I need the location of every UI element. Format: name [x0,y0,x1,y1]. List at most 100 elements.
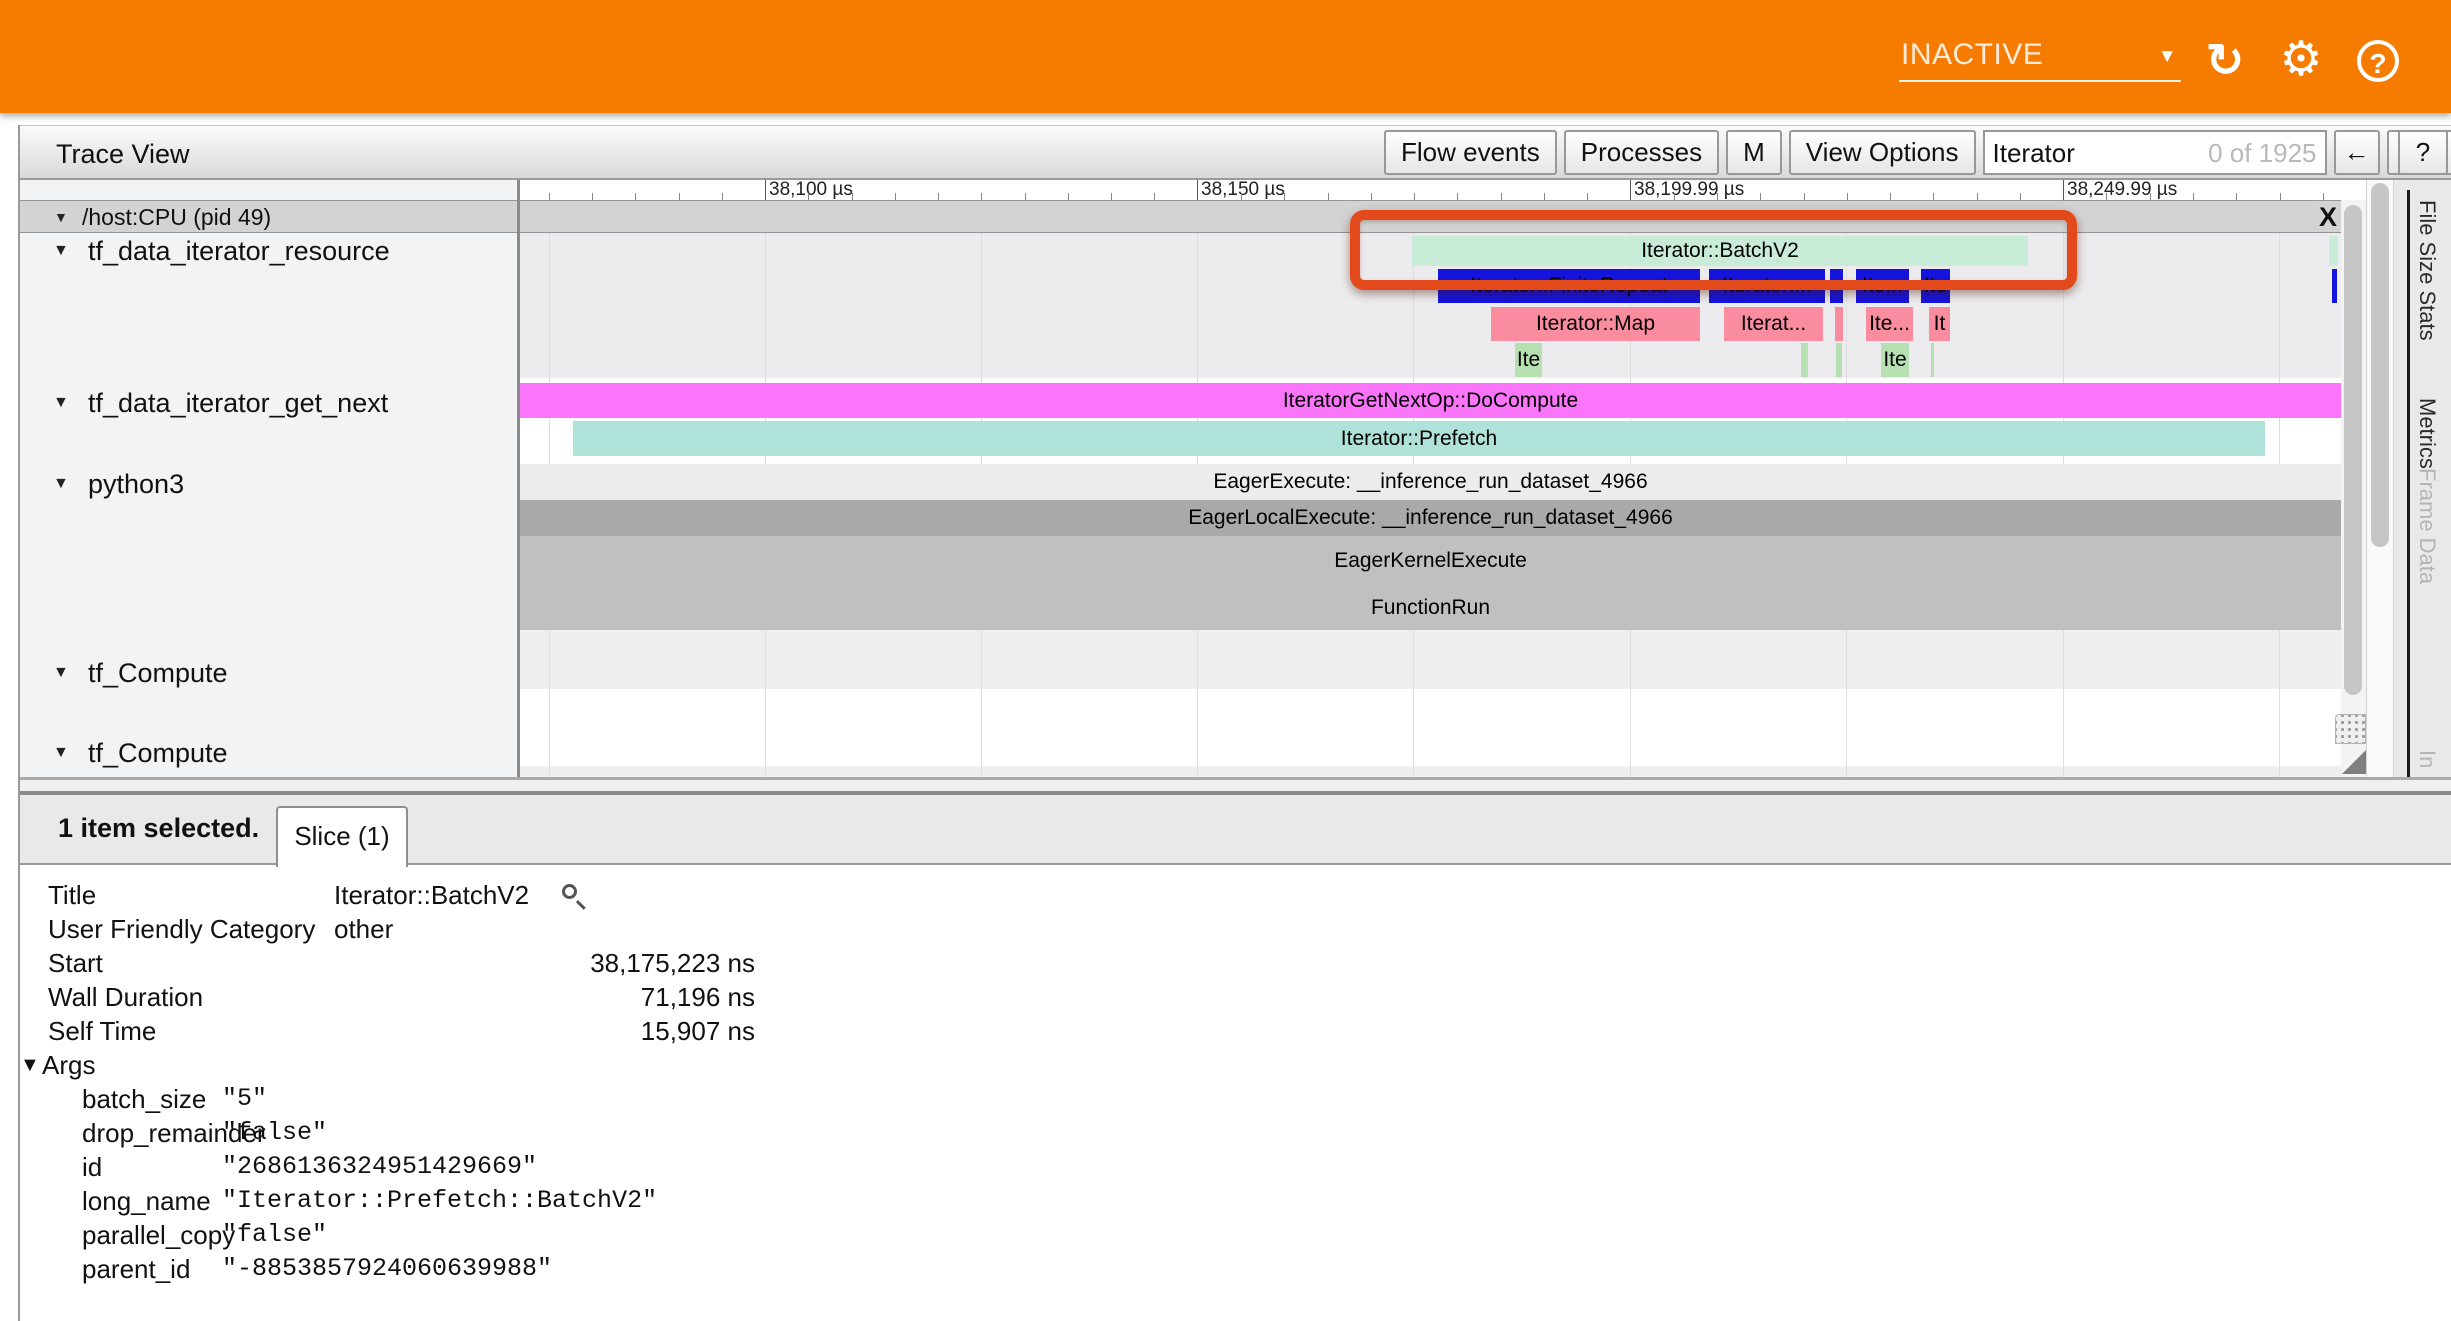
trace-event-iteratorgetnextop-docompute[interactable]: IteratorGetNextOp::DoCompute [520,383,2341,418]
gear-icon[interactable]: ⚙ [2276,36,2326,86]
arg-row-batch-size: batch_size"5" [20,1082,820,1116]
toolbar-button-m[interactable]: M [1726,130,1782,175]
detail-row-start: Start38,175,223 ns [20,946,820,980]
search-input[interactable]: Iterator 0 of 1925 [1983,130,2327,175]
args-section-header[interactable]: ▼Args [20,1048,820,1082]
ruler-minor-tick [549,193,550,200]
ruler-minor-tick [1717,193,1718,200]
panel-divider[interactable] [517,180,520,777]
sidebar-tab-file-size-stats[interactable]: File Size Stats [2414,200,2440,341]
trace-event-slice[interactable] [1801,343,1808,377]
trace-event-ite[interactable]: Ite [1881,343,1909,377]
arg-key: parallel_copy [82,1218,235,1252]
trace-event-functionrun[interactable]: FunctionRun [520,586,2341,630]
ruler-tick-label: 38,100 µs [769,180,853,200]
trace-event-slice[interactable] [2332,269,2337,303]
ruler-minor-tick [2020,193,2021,200]
sidebar-track-tf-data-iterator-resource[interactable]: ▼ tf_data_iterator_resource [20,233,520,269]
toolbar-button-group: Flow eventsProcessesMView Options Iterat… [1384,130,2451,175]
ruler-tick-label: 38,199.99 µs [1634,180,1744,200]
detail-row-self-time: Self Time15,907 ns [20,1014,820,1048]
ruler-minor-tick [592,193,593,200]
arg-key: parent_id [82,1252,190,1286]
collapse-triangle-icon[interactable]: ▼ [53,735,69,771]
magnifier-icon[interactable] [562,884,577,899]
selection-status: 1 item selected. [58,813,259,844]
detail-key: Wall Duration [48,980,203,1014]
args-label: Args [42,1048,95,1082]
arg-value: "-8853857924060639988" [222,1252,552,1286]
arg-row-parent-id: parent_id "-8853857924060639988" [20,1252,820,1286]
trace-event-slice[interactable] [1836,343,1842,377]
sidebar-track-python3[interactable]: ▼ python3 [20,466,520,502]
sidebar-track-tf-compute[interactable]: ▼ tf_Compute [20,735,520,771]
search-value: Iterator [1993,138,2075,169]
arg-key: batch_size [82,1082,206,1116]
ruler-minor-tick [2280,193,2281,200]
track-label: tf_data_iterator_resource [88,233,390,269]
ruler-tick-label: 38,249.99 µs [2067,180,2177,200]
prev-match-button[interactable]: ← [2334,130,2380,175]
trace-event-iterator-prefetch[interactable]: Iterator::Prefetch [573,421,2265,456]
ruler-minor-tick [1933,193,1934,200]
tab-slice[interactable]: Slice (1) [276,806,408,867]
toolbar-button-flow-events[interactable]: Flow events [1384,130,1557,175]
help-icon[interactable]: ? [2357,40,2399,82]
ruler-minor-tick [722,193,723,200]
collapse-triangle-icon[interactable]: ▼ [53,385,69,421]
trace-event-slice[interactable] [2329,236,2338,266]
details-header: 1 item selected. Slice (1) [20,795,2451,865]
ruler-minor-tick [1674,193,1675,200]
trace-event-iterat[interactable]: Iterat... [1724,307,1823,341]
sidebar-tab-in: In [2414,750,2440,768]
track-label: tf_data_iterator_get_next [88,385,388,421]
run-selector-dropdown[interactable]: INACTIVE ▼ [1899,36,2181,82]
trace-event-eagerkernelexecute[interactable]: EagerKernelExecute [520,536,2341,586]
collapse-triangle-icon[interactable]: ▼ [53,233,69,269]
inner-vertical-scrollbar[interactable] [2341,200,2366,777]
trace-event-iterator-map[interactable]: Iterator::Map [1491,307,1700,341]
trace-event-it[interactable]: It [1929,307,1950,341]
trace-event-eagerexecute-inference-run-dataset-4966[interactable]: EagerExecute: __inference_run_dataset_49… [520,464,2341,500]
selection-highlight-box [1350,210,2077,290]
ruler-minor-tick [852,193,853,200]
track-label: tf_Compute [88,655,228,691]
resize-grip[interactable] [2335,714,2366,744]
resize-corner-icon[interactable] [2342,750,2366,774]
trace-canvas[interactable]: Iterator::BatchV2Iterator::FiniteRepeatI… [520,232,2341,777]
scrollbar-thumb[interactable] [2344,205,2362,695]
detail-row-wall-duration: Wall Duration71,196 ns [20,980,820,1014]
ruler-minor-tick [1587,193,1588,200]
ruler-minor-tick [1544,193,1545,200]
collapse-triangle-icon[interactable]: ▼ [53,655,69,691]
toolbar-button-processes[interactable]: Processes [1564,130,1719,175]
track-label: python3 [88,466,184,502]
ruler-minor-tick [1241,193,1242,200]
collapse-triangle-icon[interactable]: ▼ [53,466,69,502]
collapse-triangle-icon[interactable]: ▼ [20,1048,40,1082]
sidebar-track-tf-data-iterator-get-next[interactable]: ▼ tf_data_iterator_get_next [20,385,520,421]
sidebar-track-tf-compute[interactable]: ▼ tf_Compute [20,655,520,691]
arg-row-drop-remainder: drop_remainder"false" [20,1116,820,1150]
ruler-minor-tick [1760,193,1761,200]
trace-event-ite[interactable]: Ite [1515,343,1542,377]
detail-value: 15,907 ns [334,1014,755,1048]
ruler-minor-tick [895,193,896,200]
trace-event-slice[interactable] [1931,343,1934,377]
scrollbar-thumb[interactable] [2371,183,2389,547]
outer-vertical-scrollbar[interactable] [2366,180,2394,790]
trace-event-eagerlocalexecute-inference-run-dataset-4966[interactable]: EagerLocalExecute: __inference_run_datas… [520,500,2341,536]
ruler-minor-tick [1804,193,1805,200]
panel-separator[interactable] [18,780,2451,791]
sidebar-tab-metrics[interactable]: Metrics [2414,398,2440,469]
time-ruler[interactable]: 38,100 µs38,150 µs38,199.99 µs38,249.99 … [520,180,2341,200]
trace-event-ite[interactable]: Ite... [1866,307,1913,341]
toolbar-help-button[interactable]: ? [2398,130,2448,175]
detail-row-title: TitleIterator::BatchV2 [20,878,820,912]
toolbar-button-view-options[interactable]: View Options [1789,130,1976,175]
detail-value: Iterator::BatchV2 [334,878,529,912]
track-label: tf_Compute [88,735,228,771]
trace-event-slice[interactable] [1835,307,1843,341]
ruler-minor-tick [1111,193,1112,200]
refresh-icon[interactable]: ↻ [2200,36,2250,86]
